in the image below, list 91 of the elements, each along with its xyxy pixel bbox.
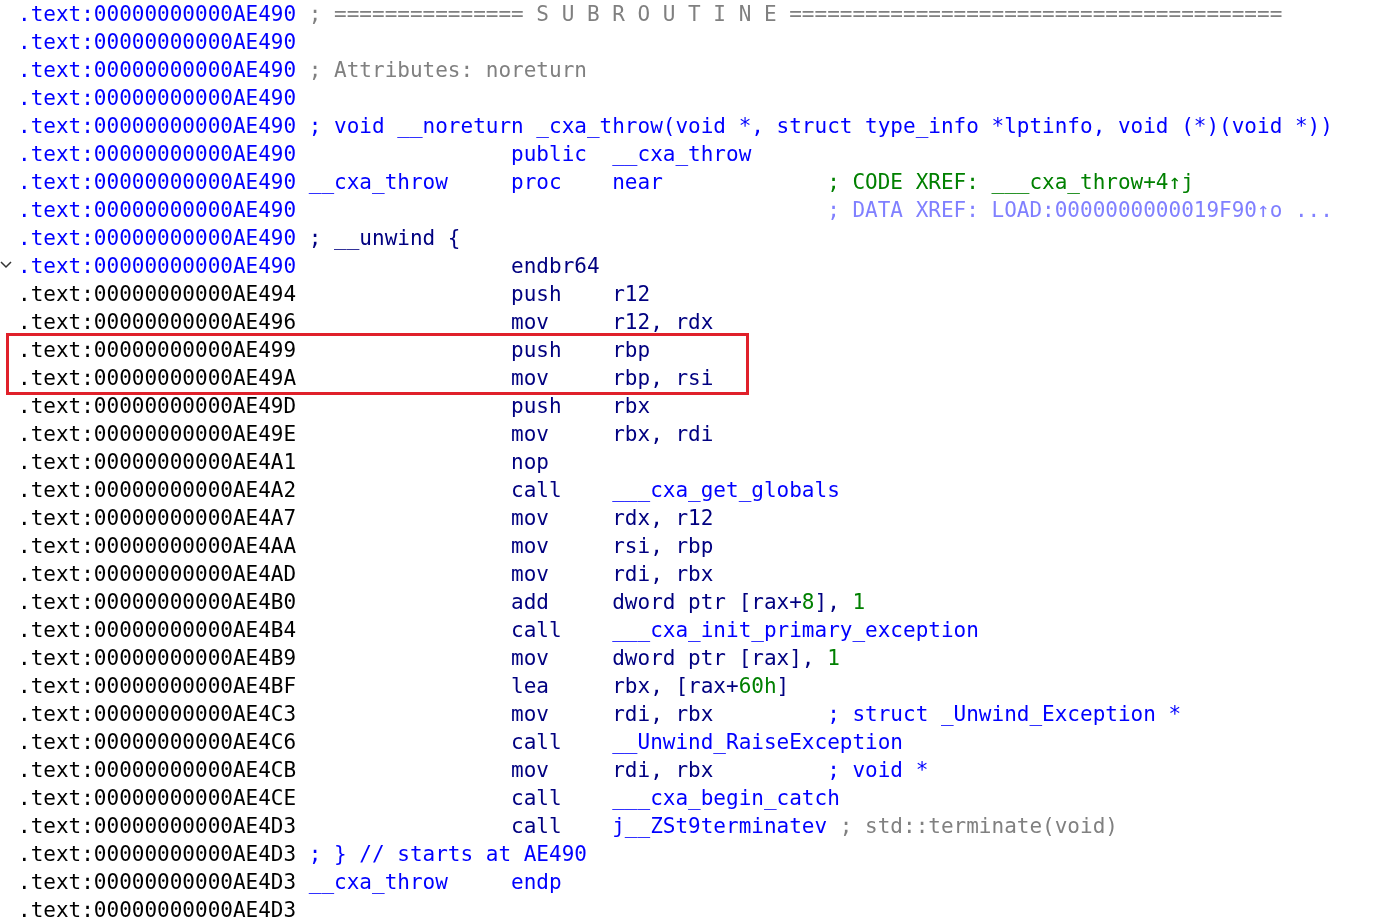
instruction-operands: r12, rdx — [612, 310, 714, 334]
instruction-operands: rbx, rdi — [612, 422, 714, 446]
instruction-mnemonic: add — [511, 589, 549, 616]
instruction-mnemonic: mov — [511, 757, 549, 784]
address-label: .text:00000000000AE4A1 — [18, 449, 297, 476]
instruction-operands: rbx, [rax+60h] — [612, 674, 790, 698]
code-comment: ; std::terminate(void) — [839, 813, 1118, 840]
instruction-mnemonic: mov — [511, 701, 549, 728]
address-label: .text:00000000000AE4CB — [18, 757, 297, 784]
address-label: .text:00000000000AE499 — [18, 337, 297, 364]
comment-line: ; __unwind { — [308, 225, 461, 252]
instruction-mnemonic: mov — [511, 365, 549, 392]
instruction-operands: near — [612, 170, 663, 194]
instruction-mnemonic: push — [511, 393, 562, 420]
comment-line: ; void __noreturn _cxa_throw(void *, struct type_info *lptinfo, void (*)(void *)) — [308, 113, 1333, 140]
address-label: .text:00000000000AE4B0 — [18, 589, 297, 616]
comment-line: ; } // starts at AE490 — [308, 841, 587, 868]
instruction-operands: ___cxa_init_primary_exception — [612, 618, 979, 642]
instruction-mnemonic: call — [511, 617, 562, 644]
address-label: .text:00000000000AE490 — [18, 85, 297, 112]
address-label: .text:00000000000AE4D3 — [18, 897, 297, 924]
address-label: .text:00000000000AE4C3 — [18, 701, 297, 728]
instruction-operands: ___cxa_begin_catch — [612, 786, 840, 810]
instruction-mnemonic: endbr64 — [511, 253, 600, 280]
instruction-mnemonic: call — [511, 813, 562, 840]
address-label: .text:00000000000AE490 — [18, 29, 297, 56]
instruction-mnemonic: call — [511, 785, 562, 812]
instruction-mnemonic: call — [511, 729, 562, 756]
address-label: .text:00000000000AE490 — [18, 113, 297, 140]
instruction-operands: j__ZSt9terminatev — [612, 814, 828, 838]
instruction-mnemonic: nop — [511, 449, 549, 476]
instruction-mnemonic: proc — [511, 169, 562, 196]
instruction-mnemonic: mov — [511, 561, 549, 588]
address-label: .text:00000000000AE490 — [18, 169, 297, 196]
instruction-mnemonic: push — [511, 281, 562, 308]
comment-line: ; =============== S U B R O U T I N E ======================================= — [308, 1, 1283, 28]
instruction-mnemonic: endp — [511, 869, 562, 896]
address-label: .text:00000000000AE49A — [18, 365, 297, 392]
address-label: .text:00000000000AE4B9 — [18, 645, 297, 672]
code-comment: ; CODE XREF: ___cxa_throw+4↑j — [827, 169, 1194, 196]
instruction-operands: r12 — [612, 282, 651, 306]
instruction-operands: __Unwind_RaiseException — [612, 730, 903, 754]
address-label: .text:00000000000AE4D3 — [18, 813, 297, 840]
instruction-operands: rdi, rbx — [612, 562, 714, 586]
address-label: .text:00000000000AE49E — [18, 421, 297, 448]
instruction-operands: rbp — [612, 338, 651, 362]
code-comment: ; DATA XREF: LOAD:0000000000019F90↑o ... — [827, 197, 1333, 224]
instruction-mnemonic: mov — [511, 309, 549, 336]
instruction-mnemonic: mov — [511, 533, 549, 560]
instruction-operands: rbx — [612, 394, 651, 418]
function-label: __cxa_throw — [308, 869, 448, 896]
instruction-mnemonic: lea — [511, 673, 549, 700]
address-label: .text:00000000000AE4CE — [18, 785, 297, 812]
address-label: .text:00000000000AE4AA — [18, 533, 297, 560]
comment-line: ; Attributes: noreturn — [308, 57, 587, 84]
address-label: .text:00000000000AE490 — [18, 253, 297, 280]
collapse-chevron-icon[interactable] — [0, 261, 12, 269]
instruction-operands: dword ptr [rax], 1 — [612, 646, 840, 670]
address-label: .text:00000000000AE490 — [18, 225, 297, 252]
instruction-mnemonic: mov — [511, 645, 549, 672]
instruction-mnemonic: mov — [511, 421, 549, 448]
address-label: .text:00000000000AE4A2 — [18, 477, 297, 504]
instruction-operands: rdi, rbx — [612, 702, 714, 726]
instruction-operands: rdx, r12 — [612, 506, 714, 530]
instruction-operands: rdi, rbx — [612, 758, 714, 782]
address-label: .text:00000000000AE496 — [18, 309, 297, 336]
address-label: .text:00000000000AE4BF — [18, 673, 297, 700]
instruction-operands: ___cxa_get_globals — [612, 478, 840, 502]
address-label: .text:00000000000AE4B4 — [18, 617, 297, 644]
instruction-mnemonic: call — [511, 477, 562, 504]
code-comment: ; struct _Unwind_Exception * — [827, 701, 1182, 728]
address-label: .text:00000000000AE490 — [18, 57, 297, 84]
address-label: .text:00000000000AE490 — [18, 141, 297, 168]
instruction-operands: rsi, rbp — [612, 534, 714, 558]
instruction-mnemonic: push — [511, 337, 562, 364]
address-label: .text:00000000000AE49D — [18, 393, 297, 420]
function-label: __cxa_throw — [308, 169, 448, 196]
address-label: .text:00000000000AE4AD — [18, 561, 297, 588]
instruction-operands: dword ptr [rax+8], 1 — [612, 590, 866, 614]
address-label: .text:00000000000AE494 — [18, 281, 297, 308]
address-label: .text:00000000000AE490 — [18, 197, 297, 224]
address-label: .text:00000000000AE4D3 — [18, 841, 297, 868]
address-label: .text:00000000000AE4D3 — [18, 869, 297, 896]
instruction-mnemonic: mov — [511, 505, 549, 532]
address-label: .text:00000000000AE4C6 — [18, 729, 297, 756]
instruction-mnemonic: public — [511, 141, 587, 168]
address-label: .text:00000000000AE4A7 — [18, 505, 297, 532]
code-comment: ; void * — [827, 757, 929, 784]
instruction-operands: rbp, rsi — [612, 366, 714, 390]
instruction-operands: __cxa_throw — [612, 142, 752, 166]
address-label: .text:00000000000AE490 — [18, 1, 297, 28]
